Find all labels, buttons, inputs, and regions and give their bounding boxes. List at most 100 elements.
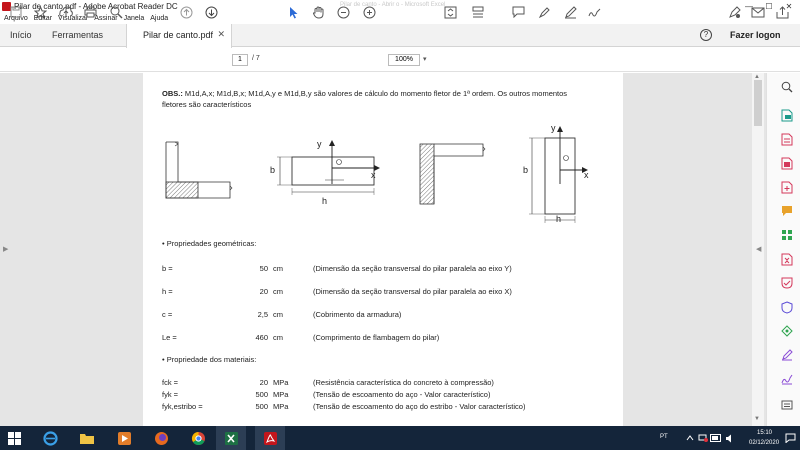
notifications-icon[interactable] bbox=[782, 430, 798, 446]
param-description: (Dimensão da seção transversal do pilar … bbox=[313, 264, 512, 273]
section-materials-heading: • Propriedade dos materiais: bbox=[162, 355, 257, 364]
clock-date[interactable]: 02/12/2020 bbox=[749, 440, 779, 446]
close-tab-icon[interactable]: ✕ bbox=[217, 29, 225, 40]
print-icon[interactable] bbox=[82, 4, 98, 20]
language-indicator[interactable]: PT bbox=[660, 434, 668, 440]
zoom-search-icon[interactable] bbox=[780, 80, 794, 94]
param-description: (Comprimento de flambagem do pilar) bbox=[313, 333, 440, 342]
chrome-icon[interactable] bbox=[190, 430, 206, 446]
dim-h-label-1: h bbox=[322, 196, 328, 206]
mail-icon[interactable] bbox=[750, 4, 766, 20]
fill-sign-icon[interactable] bbox=[726, 4, 742, 20]
left-panel-toggle-icon[interactable]: ▶ bbox=[3, 245, 8, 253]
excel-icon[interactable] bbox=[223, 430, 239, 446]
start-button-icon[interactable] bbox=[6, 430, 22, 446]
tab-bar: Início Ferramentas bbox=[0, 24, 800, 47]
file-explorer-icon[interactable] bbox=[79, 430, 95, 446]
param-description: (Dimensão da seção transversal do pilar … bbox=[313, 287, 512, 296]
obs-text: M1d,A,x; M1d,B,x; M1d,A,y e M1d,B,y são … bbox=[162, 89, 568, 109]
dim-b-label-1: b bbox=[270, 165, 276, 175]
help-icon[interactable]: ? bbox=[700, 29, 712, 41]
right-panel-toggle-icon[interactable]: ◀ bbox=[756, 245, 761, 253]
internet-explorer-icon[interactable] bbox=[42, 430, 58, 446]
param-name: b = bbox=[162, 264, 173, 273]
param-value: 20 bbox=[259, 378, 268, 387]
dim-b-label-2: b bbox=[523, 165, 529, 175]
param-unit: cm bbox=[273, 264, 283, 273]
param-description: (Resistência característica do concreto … bbox=[313, 378, 494, 387]
fill-sign-tool-icon[interactable] bbox=[780, 348, 794, 362]
dim-h-label-2: h bbox=[556, 214, 562, 224]
clock-time[interactable]: 15:10 bbox=[757, 430, 772, 436]
param-value: 460 bbox=[255, 333, 268, 342]
scroll-up-icon[interactable]: ▲ bbox=[754, 74, 760, 80]
organize-pages-icon[interactable] bbox=[780, 228, 794, 242]
section-h-diagram bbox=[277, 140, 380, 195]
draw-icon[interactable] bbox=[562, 4, 578, 20]
menu-item-ajuda[interactable]: Ajuda bbox=[150, 15, 168, 22]
send-signature-icon[interactable] bbox=[780, 372, 794, 386]
select-cursor-icon[interactable] bbox=[286, 4, 302, 20]
export-pdf-icon[interactable] bbox=[780, 108, 794, 122]
scroll-mode-icon[interactable] bbox=[470, 4, 486, 20]
star-icon[interactable] bbox=[32, 4, 48, 20]
param-unit: MPa bbox=[273, 402, 289, 411]
firefox-icon[interactable] bbox=[153, 430, 169, 446]
document-tab-label: Pilar de canto.pdf bbox=[143, 30, 214, 40]
faded-background-title: Pilar de canto - Abrir o - Microsoft Exc… bbox=[340, 2, 446, 8]
volume-icon[interactable] bbox=[722, 430, 738, 446]
create-pdf-icon[interactable] bbox=[780, 132, 794, 146]
menu-item-janela[interactable]: Janela bbox=[124, 15, 145, 22]
compress-pdf-icon[interactable] bbox=[780, 252, 794, 266]
save-icon[interactable] bbox=[8, 4, 24, 20]
scroll-down-icon[interactable]: ▼ bbox=[754, 416, 760, 422]
corner-elevation-diagram bbox=[419, 143, 486, 205]
media-player-icon[interactable] bbox=[116, 430, 132, 446]
tab-document[interactable]: Pilar de canto.pdf ✕ bbox=[126, 24, 232, 48]
share-icon[interactable] bbox=[774, 4, 790, 20]
redact-icon[interactable] bbox=[780, 276, 794, 290]
tab-tools[interactable]: Ferramentas bbox=[52, 30, 103, 40]
comment-tool-icon[interactable] bbox=[780, 204, 794, 218]
zoom-dropdown-icon[interactable]: ▾ bbox=[423, 55, 427, 63]
search-icon[interactable] bbox=[108, 4, 124, 20]
more-tools-icon[interactable] bbox=[780, 398, 794, 412]
scrollbar-thumb[interactable] bbox=[754, 80, 762, 126]
param-name: fyk = bbox=[162, 390, 179, 399]
param-value: 50 bbox=[259, 264, 268, 273]
param-unit: cm bbox=[273, 287, 283, 296]
tab-home[interactable]: Início bbox=[10, 30, 32, 40]
axis-y-label-2: y bbox=[551, 123, 556, 133]
page-number-input[interactable]: 1 bbox=[232, 54, 248, 66]
page-total: / 7 bbox=[252, 55, 260, 62]
zoom-in-icon[interactable] bbox=[361, 4, 377, 20]
zoom-level-input[interactable]: 100% bbox=[388, 54, 420, 66]
edit-pdf-icon[interactable] bbox=[780, 156, 794, 170]
param-description: (Tensão de escoamento do aço do estribo … bbox=[313, 402, 526, 411]
param-name: fyk,estribo = bbox=[162, 402, 203, 411]
param-name: fck = bbox=[162, 378, 179, 387]
zoom-out-icon[interactable] bbox=[335, 4, 351, 20]
cloud-upload-icon[interactable] bbox=[58, 4, 74, 20]
highlight-icon[interactable] bbox=[536, 4, 552, 20]
param-name: Le = bbox=[162, 333, 177, 342]
previous-page-icon[interactable] bbox=[178, 4, 194, 20]
sign-icon[interactable] bbox=[586, 4, 602, 20]
comment-icon[interactable] bbox=[510, 4, 526, 20]
section-diagrams bbox=[165, 126, 588, 223]
param-unit: MPa bbox=[273, 378, 289, 387]
login-button[interactable]: Fazer logon bbox=[730, 30, 781, 40]
fit-page-icon[interactable] bbox=[442, 4, 458, 20]
obs-note: OBS.: M1d,A,x; M1d,B,x; M1d,A,y e M1d,B,… bbox=[162, 88, 582, 110]
add-pdf-icon[interactable] bbox=[780, 180, 794, 194]
axis-x-label-1: x bbox=[371, 170, 376, 180]
acrobat-reader-icon[interactable] bbox=[262, 430, 278, 446]
param-name: c = bbox=[162, 310, 173, 319]
param-unit: MPa bbox=[273, 390, 289, 399]
protect-icon[interactable] bbox=[780, 300, 794, 314]
param-unit: cm bbox=[273, 310, 283, 319]
param-value: 20 bbox=[259, 287, 268, 296]
next-page-icon[interactable] bbox=[203, 4, 219, 20]
optimize-icon[interactable] bbox=[780, 324, 794, 338]
hand-tool-icon[interactable] bbox=[310, 4, 326, 20]
